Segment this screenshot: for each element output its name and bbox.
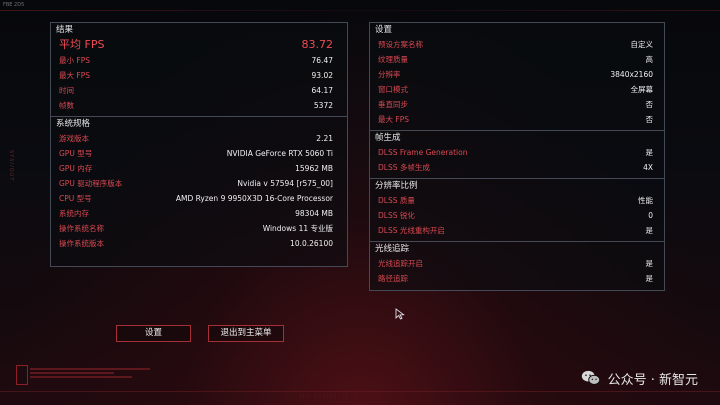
system-title: 系统规格	[56, 119, 91, 129]
settings-row: 窗口模式 全屏幕	[370, 82, 664, 97]
system-label: 操作系统名称	[59, 224, 104, 233]
system-value: Nvidia v 57594 [r575_00]	[237, 179, 333, 188]
left-panel: 结果 平均 FPS 83.72 最小 FPS 76.47 最大 FPS 93.02 …	[50, 22, 348, 267]
settings-value: 否	[645, 100, 654, 109]
system-row: CPU 型号 AMD Ryzen 9 9950X3D 16-Core Proces…	[51, 191, 347, 206]
results-title: 结果	[56, 25, 74, 35]
ray-tracing-title: 光线追踪	[375, 244, 410, 254]
settings-value: 3840x2160	[610, 70, 653, 79]
settings-title: 设置	[375, 25, 393, 35]
frame-gen-label: DLSS Frame Generation	[378, 148, 468, 157]
wechat-icon	[581, 370, 600, 385]
system-label: 游戏版本	[59, 134, 89, 143]
top-divider	[0, 10, 720, 11]
settings-value: 高	[645, 55, 654, 64]
settings-label: 最大 FPS	[378, 115, 409, 124]
res-scale-value: 0	[648, 211, 653, 220]
system-row: 游戏版本 2.21	[51, 131, 347, 146]
res-scale-value: 是	[645, 226, 654, 235]
frame-gen-row: DLSS 多帧生成 4X	[370, 160, 664, 175]
system-label: GPU 驱动程序版本	[59, 179, 123, 188]
footer-decoration	[30, 368, 150, 380]
system-value: 2.21	[316, 134, 333, 143]
frame-gen-title: 帧生成	[375, 133, 401, 143]
system-value: 15962 MB	[295, 164, 333, 173]
results-row: 最小 FPS 76.47	[51, 53, 347, 68]
settings-value: 全屏幕	[630, 85, 654, 94]
frame-gen-label: DLSS 多帧生成	[378, 163, 430, 172]
system-row: 系统内存 98304 MB	[51, 206, 347, 221]
results-value: 93.02	[311, 71, 333, 80]
settings-row: 最大 FPS 否	[370, 112, 664, 127]
settings-row: 分辨率 3840x2160	[370, 67, 664, 82]
system-value: Windows 11 专业版	[262, 224, 333, 233]
res-scale-value: 性能	[638, 196, 653, 205]
system-row: 操作系统版本 10.0.26100	[51, 236, 347, 251]
frame-gen-value: 4X	[643, 163, 653, 172]
frame-gen-value: 是	[645, 148, 654, 157]
ray-tracing-row: 路径追踪 是	[370, 271, 664, 286]
results-label: 帧数	[59, 101, 74, 110]
system-value: AMD Ryzen 9 9950X3D 16-Core Processor	[175, 194, 333, 203]
mouse-cursor-icon	[395, 308, 405, 320]
game-logo-mark	[16, 365, 28, 385]
results-value: 76.47	[311, 56, 333, 65]
avg-fps-value: 83.72	[301, 38, 334, 51]
results-label: 时间	[59, 86, 74, 95]
settings-row: 预设方案名称 自定义	[370, 37, 664, 52]
results-value: 5372	[313, 101, 333, 110]
ray-tracing-label: 光线追踪开启	[378, 259, 423, 268]
avg-fps-label: 平均 FPS	[59, 38, 105, 51]
res-scale-label: DLSS 锐化	[378, 211, 415, 220]
right-panel: 设置 预设方案名称 自定义 纹理质量高 分辨率 3840x2160 窗口模式 全屏幕 …	[369, 22, 665, 291]
watermark: 公众号 · 新智元	[580, 366, 698, 390]
side-decoration-text: SYS//OUT	[8, 150, 14, 182]
system-row: 操作系统名称 Windows 11 专业版	[51, 221, 347, 236]
res-scale-row: DLSS 锐化 0	[370, 208, 664, 223]
system-value: 10.0.26100	[290, 239, 333, 248]
bottom-decoration: |||| ||| |||||| || |||	[300, 393, 359, 399]
system-label: GPU 内存	[59, 164, 93, 173]
system-label: 系统内存	[59, 209, 89, 218]
res-scale-label: DLSS 光线重构开启	[378, 226, 445, 235]
results-row: 时间 64.17	[51, 83, 347, 98]
ray-tracing-row: 光线追踪开启 是	[370, 256, 664, 271]
res-scale-label: DLSS 质量	[378, 196, 415, 205]
system-value: 98304 MB	[295, 209, 333, 218]
settings-label: 分辨率	[378, 70, 401, 79]
avg-fps-row: 平均 FPS 83.72	[51, 37, 347, 53]
system-row: GPU 驱动程序版本 Nvidia v 57594 [r575_00]	[51, 176, 347, 191]
system-row: GPU 型号 NVIDIA GeForce RTX 5060 Ti	[51, 146, 347, 161]
results-row: 最大 FPS 93.02	[51, 68, 347, 83]
ray-tracing-value: 是	[645, 259, 654, 268]
system-label: 操作系统版本	[59, 239, 104, 248]
watermark-text: 公众号 · 新智元	[607, 372, 698, 388]
ray-tracing-label: 路径追踪	[378, 274, 408, 283]
system-label: CPU 型号	[59, 194, 92, 203]
settings-label: 窗口模式	[378, 85, 408, 94]
system-row: GPU 内存 15962 MB	[51, 161, 347, 176]
settings-value: 否	[645, 115, 654, 124]
res-scale-title: 分辨率比例	[375, 181, 418, 191]
settings-label: 预设方案名称	[378, 40, 423, 49]
settings-button[interactable]: 设置	[116, 325, 191, 342]
settings-label: 纹理质量	[378, 55, 408, 64]
settings-row: 纹理质量 高	[370, 52, 664, 67]
exit-to-main-menu-button[interactable]: 退出到主菜单	[208, 325, 284, 342]
corner-label: FBE 2D5	[3, 2, 25, 8]
results-row: 帧数 5372	[51, 98, 347, 113]
system-value: NVIDIA GeForce RTX 5060 Ti	[226, 149, 333, 158]
results-label: 最小 FPS	[59, 56, 90, 65]
results-value: 64.17	[311, 86, 333, 95]
res-scale-row: DLSS 光线重构开启 是	[370, 223, 664, 238]
results-label: 最大 FPS	[59, 71, 90, 80]
ray-tracing-value: 是	[645, 274, 654, 283]
system-label: GPU 型号	[59, 149, 93, 158]
frame-gen-row: DLSS Frame Generation 是	[370, 145, 664, 160]
settings-value: 自定义	[630, 40, 654, 49]
settings-label: 垂直同步	[378, 100, 408, 109]
bottom-divider	[0, 391, 720, 392]
res-scale-row: DLSS 质量 性能	[370, 193, 664, 208]
settings-row: 垂直同步 否	[370, 97, 664, 112]
